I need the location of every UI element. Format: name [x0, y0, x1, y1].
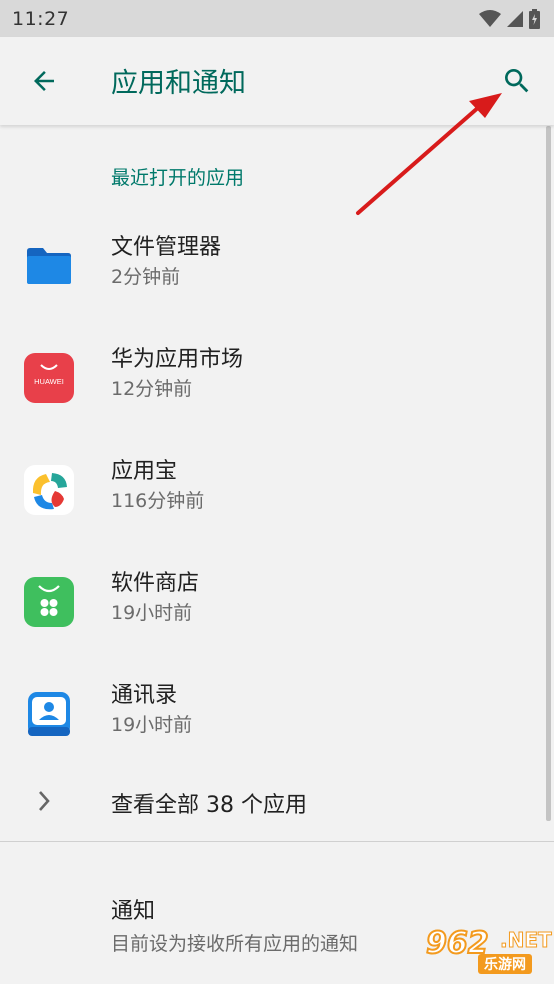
app-last-used: 2分钟前 [111, 266, 181, 288]
yingyongbao-icon [24, 465, 74, 515]
app-name: 华为应用市场 [111, 347, 244, 372]
huawei-appgallery-icon: HUAWEI [24, 353, 74, 403]
search-icon [505, 69, 529, 93]
status-time: 11:27 [12, 7, 70, 30]
notifications-summary: 目前设为接收所有应用的通知 [111, 933, 359, 955]
watermark-chinese: 乐游网 [478, 954, 532, 974]
contacts-icon [28, 692, 70, 736]
divider [0, 841, 554, 842]
app-bar: 应用和通知 [0, 37, 554, 125]
recent-app-row[interactable]: 通讯录 19小时前 [0, 669, 540, 781]
signal-icon [507, 10, 523, 27]
page-title: 应用和通知 [111, 68, 246, 99]
wifi-icon [479, 9, 501, 27]
app-last-used: 19小时前 [111, 602, 193, 624]
chevron-right-icon [32, 786, 56, 816]
scrollbar[interactable] [546, 126, 551, 821]
notifications-title: 通知 [111, 899, 156, 924]
app-last-used: 116分钟前 [111, 490, 205, 512]
app-last-used: 12分钟前 [111, 378, 193, 400]
watermark-logo: 962 .NET 乐游网 [418, 925, 552, 978]
software-store-icon [24, 577, 74, 627]
app-name: 应用宝 [111, 459, 178, 484]
recent-app-row[interactable]: 文件管理器 2分钟前 [0, 221, 540, 333]
app-name: 文件管理器 [111, 235, 222, 260]
battery-icon [529, 8, 540, 29]
status-icons [479, 8, 540, 29]
arrow-back-icon [34, 71, 54, 91]
app-name: 通讯录 [111, 683, 178, 708]
section-header-recent: 最近打开的应用 [111, 167, 245, 189]
settings-list: 最近打开的应用 文件管理器 2分钟前 HUAWEI 华为应用市场 12分钟前 应… [0, 125, 554, 984]
watermark-suffix: .NET [500, 928, 553, 953]
app-name: 软件商店 [111, 571, 200, 596]
app-last-used: 19小时前 [111, 714, 193, 736]
recent-app-row[interactable]: 应用宝 116分钟前 [0, 445, 540, 557]
recent-app-row[interactable]: 软件商店 19小时前 [0, 557, 540, 669]
status-bar: 11:27 [0, 0, 554, 37]
svg-text:HUAWEI: HUAWEI [34, 377, 64, 386]
see-all-apps-button[interactable]: 查看全部 38 个应用 [0, 773, 540, 829]
see-all-apps-label: 查看全部 38 个应用 [111, 793, 307, 818]
folder-icon [27, 248, 71, 284]
search-button[interactable] [497, 61, 537, 101]
recent-app-row[interactable]: HUAWEI 华为应用市场 12分钟前 [0, 333, 540, 445]
back-button[interactable] [26, 63, 62, 99]
